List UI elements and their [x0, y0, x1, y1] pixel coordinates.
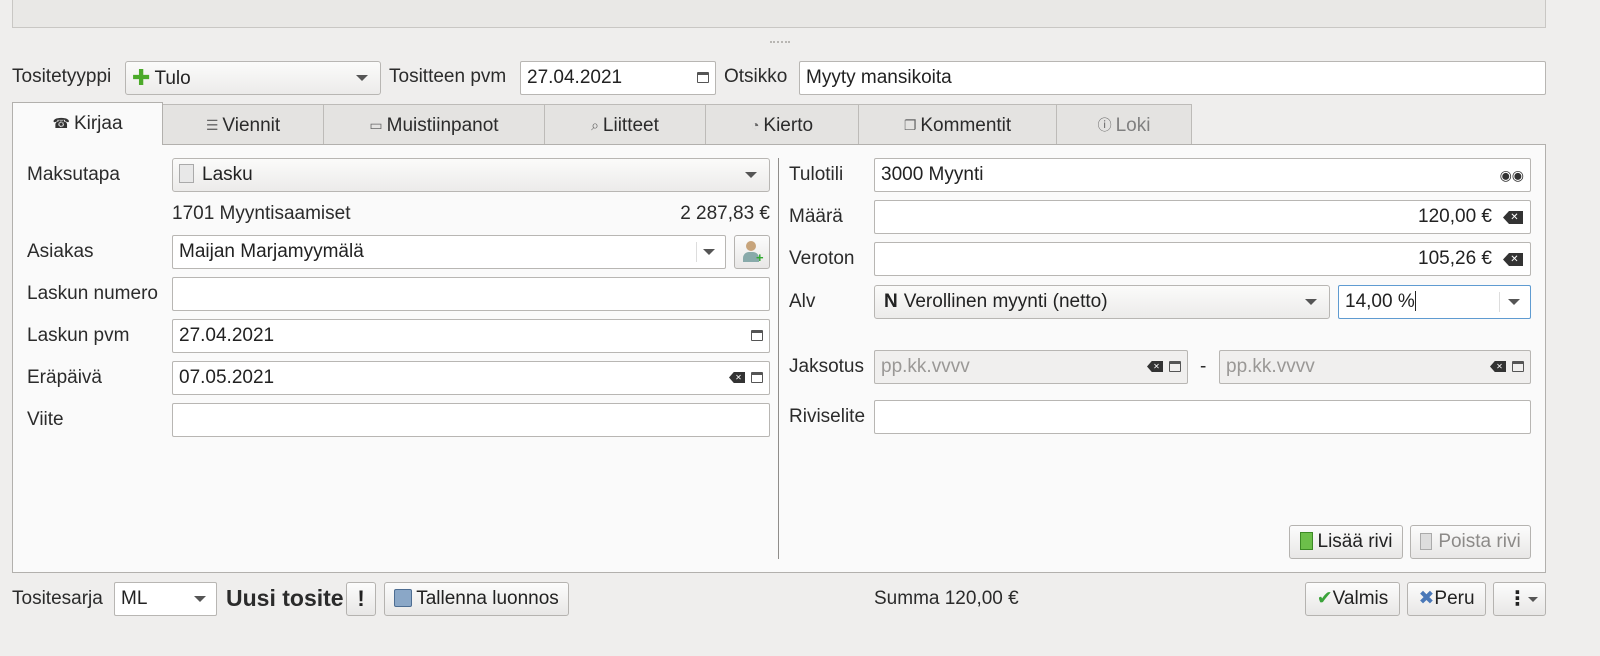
chevron-down-icon [1528, 597, 1538, 602]
invoice-icon [179, 164, 194, 183]
customer-combo[interactable]: Maijan Marjamyymälä [172, 235, 726, 269]
more-menu-button[interactable]: ⋮ [1493, 582, 1546, 616]
vat-rate-combo[interactable]: 14,00 % [1338, 285, 1531, 319]
title-input[interactable]: Myyty mansikoita [799, 61, 1546, 95]
reference-input[interactable] [172, 403, 770, 437]
income-account-input[interactable]: 3000 Myynti ◉◉ [874, 158, 1531, 192]
plus-icon: + [756, 250, 764, 265]
invoice-date-input[interactable]: 27.04.2021 [172, 319, 770, 353]
chevron-down-icon [745, 172, 757, 178]
net-input[interactable]: 105,26 € ✕ [874, 242, 1531, 276]
calendar-icon[interactable] [751, 372, 763, 383]
comment-icon: ❐ [903, 117, 917, 133]
text-cursor [1414, 291, 1416, 311]
due-date-input[interactable]: 07.05.2021 ✕ [172, 361, 770, 395]
clear-icon[interactable]: ✕ [729, 372, 745, 383]
close-icon: ✖ [1418, 588, 1435, 609]
chevron-down-icon [703, 249, 715, 255]
combo-separator [696, 242, 697, 262]
customer-label: Asiakas [27, 241, 94, 262]
period-end-input[interactable]: pp.kk.vvvv ✕ [1219, 350, 1531, 384]
vat-type-select[interactable]: N Verollinen myynti (netto) [874, 285, 1330, 319]
clear-icon[interactable]: ✕ [1490, 361, 1506, 372]
ready-button[interactable]: ✔Valmis [1305, 582, 1400, 616]
tab-loki[interactable]: ⓘ Loki [1056, 104, 1192, 144]
account-amount: 2 287,83 € [680, 203, 770, 224]
add-user-icon [746, 241, 756, 251]
kebab-icon: ⋮ [1507, 588, 1528, 610]
add-row-icon [1299, 532, 1313, 550]
due-date-label: Eräpäivä [27, 367, 102, 388]
add-row-button[interactable]: Lisää rivi [1289, 525, 1403, 559]
calendar-icon[interactable] [1169, 361, 1181, 372]
tab-kommentit[interactable]: ❐ Kommentit [858, 104, 1057, 144]
reference-label: Viite [27, 409, 64, 430]
invoice-date-label: Laskun pvm [27, 325, 130, 346]
amount-input[interactable]: 120,00 € ✕ [874, 200, 1531, 234]
remove-row-icon [1420, 533, 1433, 550]
chevron-down-icon [1305, 299, 1317, 305]
remove-row-button[interactable]: Poista rivi [1410, 525, 1531, 559]
invoice-number-input[interactable] [172, 277, 770, 311]
sum-text: Summa 120,00 € [874, 588, 1019, 609]
period-start-input[interactable]: pp.kk.vvvv ✕ [874, 350, 1188, 384]
cancel-button[interactable]: ✖Peru [1407, 582, 1486, 616]
combo-separator [1499, 292, 1500, 312]
row-desc-input[interactable] [874, 400, 1531, 434]
info-icon: ⓘ [1097, 117, 1112, 133]
clear-icon[interactable]: ✕ [1147, 361, 1163, 372]
account-name: 1701 Myyntisaamiset [172, 203, 351, 224]
calendar-icon[interactable] [751, 330, 763, 341]
binoculars-icon[interactable]: ◉◉ [1500, 167, 1524, 183]
payment-select[interactable]: Lasku [172, 158, 770, 192]
chevron-down-icon [1508, 299, 1520, 305]
invoice-number-label: Laskun numero [27, 283, 158, 304]
calendar-icon[interactable] [1512, 361, 1524, 372]
left-column: Maksutapa Lasku 1701 Myyntisaamiset 2 28… [0, 0, 800, 656]
payment-label: Maksutapa [27, 164, 120, 185]
vat-code: N [884, 291, 898, 312]
checkmark-icon: ✔ [1316, 588, 1333, 609]
add-customer-button[interactable]: + [734, 235, 770, 269]
clear-icon[interactable]: ✕ [1503, 211, 1523, 224]
clear-icon[interactable]: ✕ [1503, 253, 1523, 266]
